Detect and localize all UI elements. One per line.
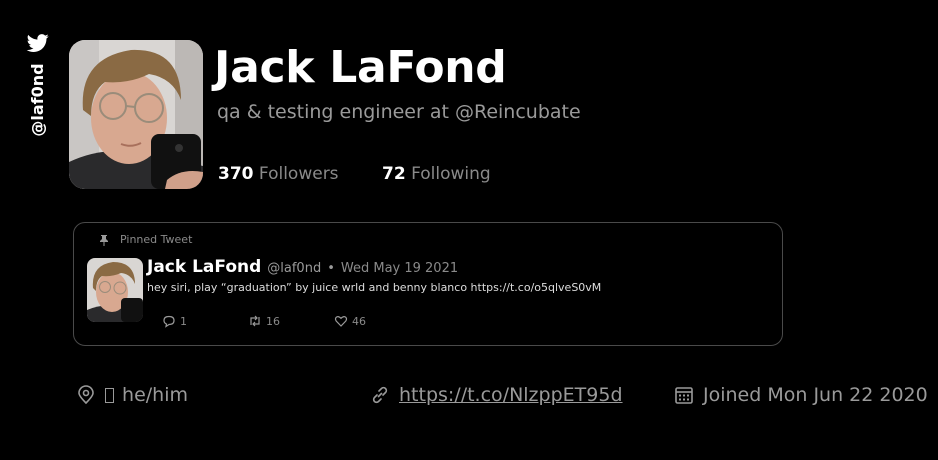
tweet-author-handle[interactable]: @laf0nd [267,261,321,276]
like-action[interactable]: 46 [334,314,366,328]
reply-action[interactable]: 1 [162,314,187,328]
pinned-tweet-card[interactable]: Pinned Tweet Jack LaFond @laf0nd • Wed M… [73,222,783,346]
retweet-count: 16 [266,314,280,328]
like-count: 46 [352,314,366,328]
missing-glyph-icon [105,388,114,403]
joined-meta: Joined Mon Jun 22 2020 [674,384,928,406]
link-icon [372,386,388,404]
profile-name: Jack LaFond [214,42,507,93]
location-meta: he/him [76,384,188,406]
following-stat[interactable]: 72 Following [382,164,491,184]
reply-count: 1 [180,314,187,328]
heart-icon [334,316,348,327]
followers-label: Followers [258,164,339,184]
followers-stat[interactable]: 370 Followers [218,164,339,184]
twitter-bird-icon[interactable] [26,32,50,54]
location-pin-icon [78,385,94,405]
following-label: Following [411,164,491,184]
tweet-author-name[interactable]: Jack LaFond [147,257,261,277]
tweet-date[interactable]: Wed May 19 2021 [341,261,458,276]
sidebar: @laf0nd [24,32,52,142]
followers-count: 370 [218,164,254,184]
joined-text: Joined Mon Jun 22 2020 [703,384,928,406]
following-count: 72 [382,164,406,184]
tweet-avatar[interactable] [87,258,143,322]
retweet-icon [250,315,260,327]
retweet-action[interactable]: 16 [248,314,280,328]
profile-bio: qa & testing engineer at @Reincubate [217,101,581,123]
pinned-tweet-header: Pinned Tweet [98,233,192,246]
website-link[interactable]: https://t.co/NlzppET95d [399,384,623,406]
tweet-header: Jack LaFond @laf0nd • Wed May 19 2021 [147,257,458,277]
website-meta: https://t.co/NlzppET95d [370,384,623,406]
calendar-icon [675,387,693,404]
reply-icon [163,315,175,328]
tweet-actions: 1 16 46 [162,314,562,330]
location-text: he/him [122,384,189,406]
profile-avatar [69,40,203,189]
pin-icon [100,234,108,246]
tweet-separator: • [327,261,335,276]
vertical-handle[interactable]: @laf0nd [28,58,48,142]
tweet-text: hey siri, play “graduation” by juice wrl… [147,281,602,294]
pinned-tweet-label: Pinned Tweet [120,233,193,246]
